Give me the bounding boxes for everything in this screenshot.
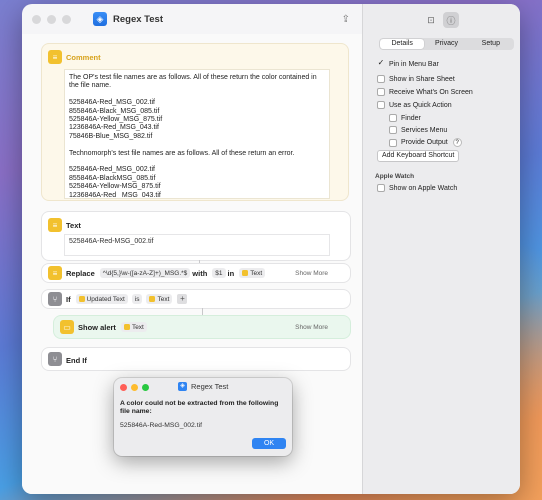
option-provide-output[interactable]: Provide Output ? [389, 138, 462, 147]
variable-icon [242, 270, 249, 276]
variable-icon [78, 296, 85, 302]
checkbox[interactable] [389, 114, 397, 122]
help-button[interactable]: ? [452, 138, 462, 147]
option-label: Services Menu [401, 126, 448, 134]
tab-privacy[interactable]: Privacy [424, 39, 468, 49]
dialog-title: ◈ Regex Test [178, 382, 228, 391]
show-alert-label: Show alert [78, 322, 116, 332]
option-label: Provide Output [401, 139, 448, 146]
dialog-message: A color could not be extracted from the … [120, 400, 279, 415]
text-action-icon: ≡ [48, 218, 62, 232]
alert-icon: ▭ [60, 320, 74, 334]
checkbox[interactable] [389, 126, 397, 134]
share-icon[interactable]: ⇪ [342, 14, 350, 25]
apple-watch-heading: Apple Watch [375, 173, 415, 180]
dialog-zoom-button[interactable] [142, 384, 149, 391]
checkbox[interactable] [389, 138, 397, 147]
replace-action-icon: ≡ [48, 266, 62, 280]
shortcut-icon[interactable]: ◈ [93, 12, 107, 26]
inspector-sidebar: ⊡ ⓘ Details Privacy Setup ✓ Pin in Menu … [362, 4, 520, 494]
replace-input-variable-label: Text [250, 269, 263, 277]
regex-pattern-token[interactable]: ^\d{5,}\w-([a-zA-Z]+)_MSG.*$ [99, 268, 191, 278]
inspector-tabs: Details Privacy Setup [379, 38, 514, 50]
option-show-on-apple-watch[interactable]: Show on Apple Watch [377, 184, 457, 192]
option-finder[interactable]: Finder [389, 114, 421, 122]
checkbox[interactable] [377, 101, 385, 109]
option-services-menu[interactable]: Services Menu [389, 126, 447, 134]
variable-icon [149, 296, 156, 302]
checkbox[interactable] [377, 88, 385, 96]
checkmark-icon[interactable]: ✓ [377, 59, 385, 68]
add-condition-button[interactable]: + [177, 294, 188, 304]
if-label: If [66, 294, 71, 304]
if-input-variable-label: Updated Text [86, 295, 125, 303]
dialog-window-controls [120, 384, 149, 391]
with-label: with [192, 268, 208, 278]
checkbox[interactable] [377, 75, 385, 83]
tab-setup[interactable]: Setup [469, 39, 513, 49]
replacement-token[interactable]: $1 [212, 268, 226, 278]
condition-value[interactable]: Text [146, 294, 173, 304]
info-icon[interactable]: ⓘ [443, 12, 459, 28]
comment-text[interactable]: The OP's test file names are as follows.… [64, 69, 330, 199]
option-show-in-share-sheet[interactable]: Show in Share Sheet [377, 75, 455, 83]
dialog-file-name: 525846A-Red-MSG_002.tif [120, 422, 202, 429]
alert-show-more[interactable]: Show More [295, 324, 328, 331]
close-window-button[interactable] [32, 14, 41, 24]
option-label: Receive What's On Screen [389, 88, 473, 96]
option-pin-in-menu-bar[interactable]: ✓ Pin in Menu Bar [377, 59, 439, 68]
comment-body-text: The OP's test file names are as follows.… [69, 74, 317, 199]
replace-action-row: Replace ^\d{5,}\w-([a-zA-Z]+)_MSG.*$ wit… [66, 268, 267, 278]
option-label: Finder [401, 114, 421, 122]
end-if-label: End If [66, 356, 87, 365]
in-label: in [227, 268, 235, 278]
option-label: Pin in Menu Bar [389, 60, 439, 68]
library-icon[interactable]: ⊡ [423, 12, 439, 28]
alert-variable-label: Text [131, 323, 144, 331]
tab-details[interactable]: Details [380, 39, 425, 49]
text-action-label: Text [66, 221, 81, 230]
comment-label: Comment [66, 53, 101, 62]
shortcut-icon: ◈ [178, 382, 187, 391]
if-action-row: If Updated Text is Text + [66, 294, 188, 304]
replace-action[interactable]: ≡ Replace ^\d{5,}\w-([a-zA-Z]+)_MSG.*$ w… [42, 264, 350, 282]
option-label: Show on Apple Watch [389, 184, 458, 192]
alert-dialog: ◈ Regex Test A color could not be extrac… [114, 378, 292, 456]
alert-variable[interactable]: Text [120, 322, 147, 332]
variable-icon [123, 324, 130, 330]
show-alert-action[interactable]: ▭ Show alert Text Show More [54, 316, 350, 338]
checkbox[interactable] [377, 184, 385, 192]
dialog-close-button[interactable] [120, 384, 127, 391]
condition-value-label: Text [157, 295, 170, 303]
window-title[interactable]: Regex Test [113, 14, 163, 25]
zoom-window-button[interactable] [62, 14, 71, 24]
comment-action[interactable]: ≡ Comment The OP's test file names are a… [42, 44, 348, 200]
if-action[interactable]: ⑂ If Updated Text is Text + [42, 290, 350, 308]
dialog-minimize-button[interactable] [131, 384, 138, 391]
comment-icon: ≡ [48, 50, 62, 64]
ok-button[interactable]: OK [252, 438, 286, 449]
option-label: Use as Quick Action [389, 101, 452, 109]
alert-action-row: Show alert Text [78, 322, 149, 332]
add-keyboard-shortcut-button[interactable]: Add Keyboard Shortcut [377, 150, 460, 162]
window-controls [32, 14, 71, 24]
option-use-as-quick-action[interactable]: Use as Quick Action [377, 101, 452, 109]
sidebar-toolbar: ⊡ ⓘ [423, 12, 459, 28]
replace-label: Replace [66, 268, 95, 278]
dialog-title-text: Regex Test [191, 382, 229, 391]
replace-show-more[interactable]: Show More [295, 270, 328, 277]
replace-input-variable[interactable]: Text [239, 268, 266, 278]
text-action-field[interactable]: 525846A-Red-MSG_002.tif [64, 234, 330, 256]
minimize-window-button[interactable] [47, 14, 56, 24]
end-if-action[interactable]: ⑂ End If [42, 348, 350, 370]
option-label: Show in Share Sheet [389, 75, 455, 83]
title-bar: ◈ Regex Test [22, 4, 362, 34]
text-action[interactable]: ≡ Text 525846A-Red-MSG_002.tif [42, 212, 350, 260]
if-branch-icon: ⑂ [48, 292, 62, 306]
option-receive-whats-on-screen[interactable]: Receive What's On Screen [377, 88, 473, 96]
end-if-branch-icon: ⑂ [48, 352, 62, 366]
condition-operator[interactable]: is [131, 294, 143, 304]
if-input-variable[interactable]: Updated Text [75, 294, 128, 304]
